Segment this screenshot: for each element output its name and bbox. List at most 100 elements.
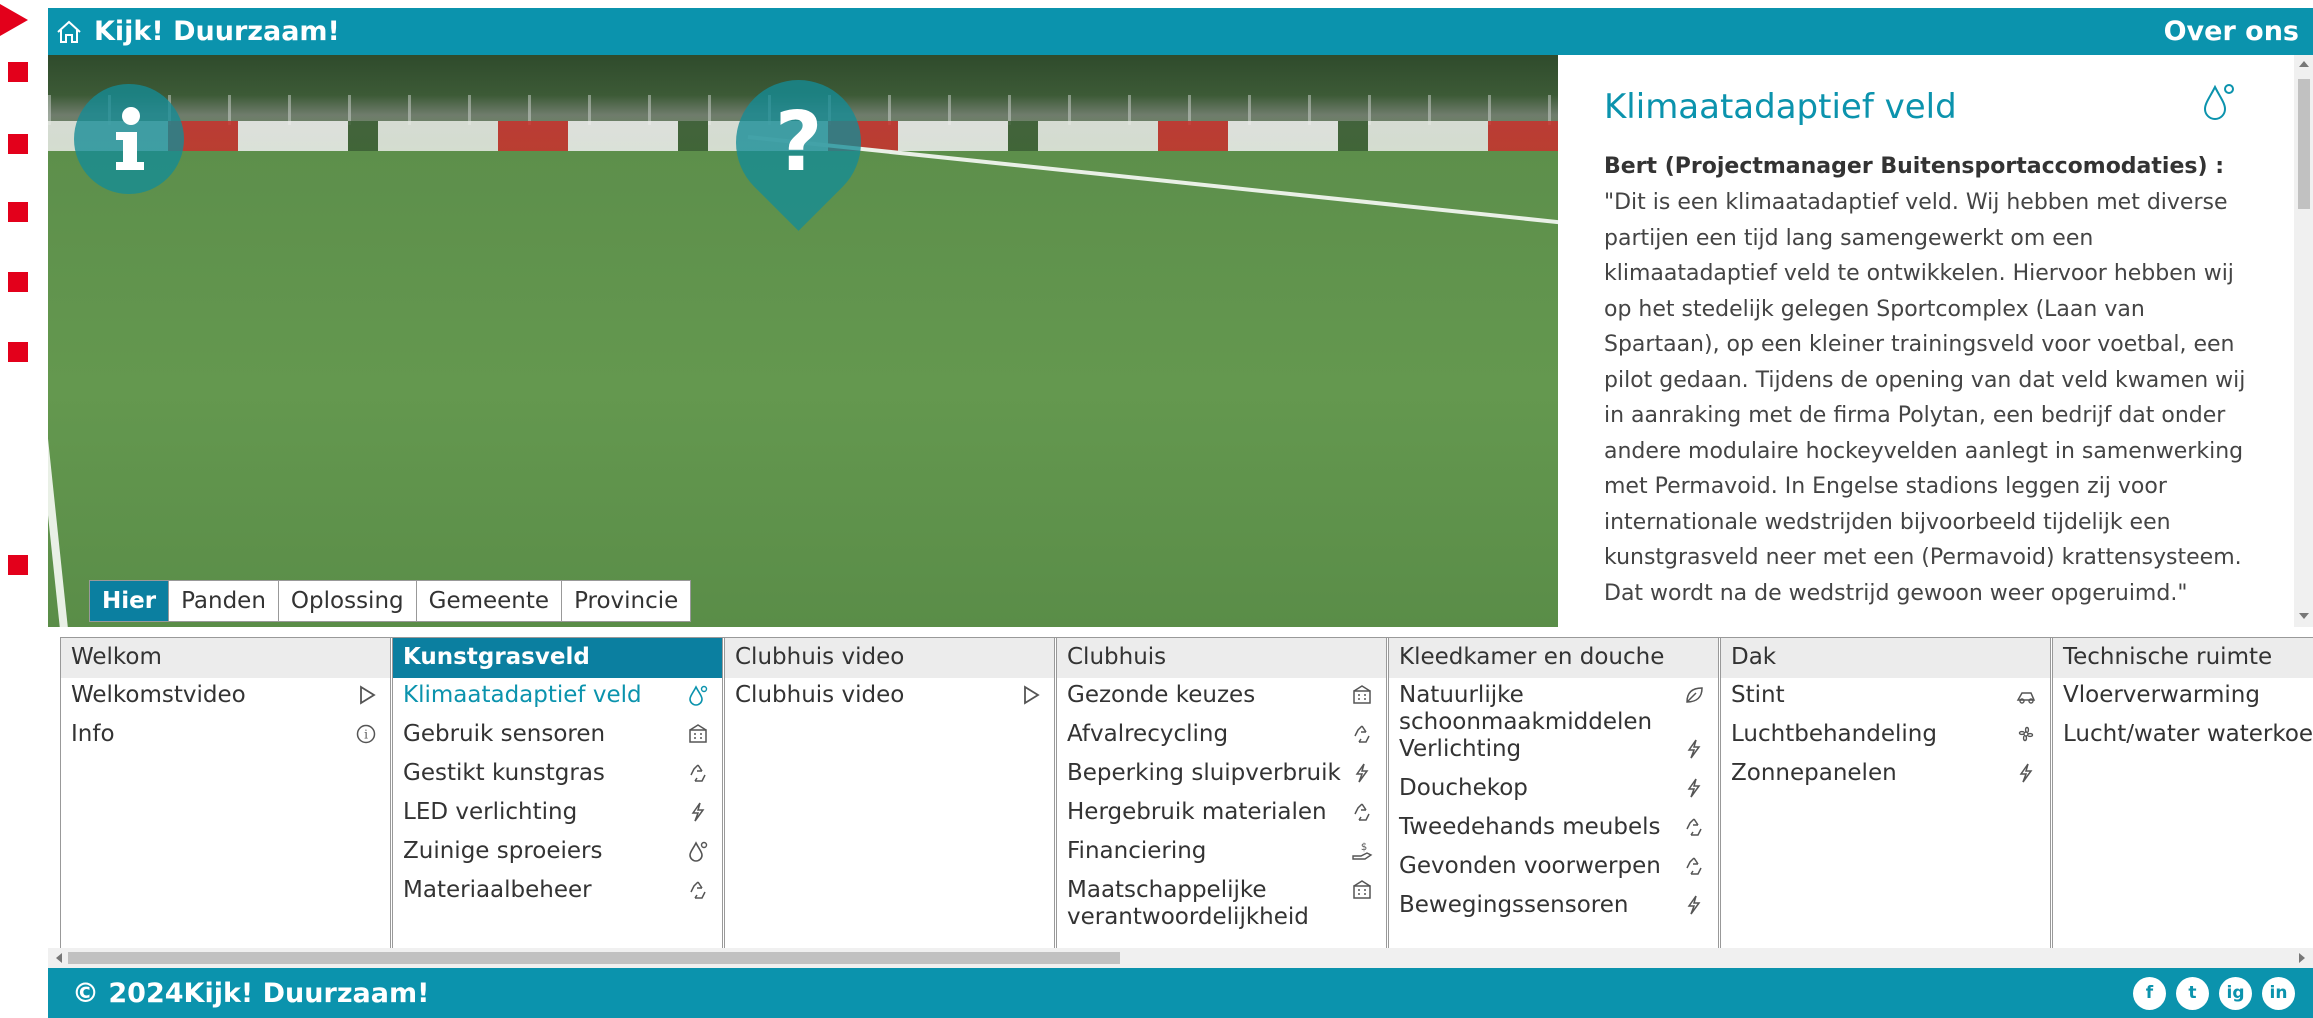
- menu-item-zuinige-sproeiers[interactable]: Zuinige sproeiers: [393, 834, 722, 873]
- menu-item-zonnepanelen[interactable]: Zonnepanelen: [1721, 756, 2050, 795]
- scroll-thumb[interactable]: [68, 952, 1120, 964]
- fan-icon: [2012, 723, 2040, 745]
- square-marker: [8, 62, 28, 82]
- menu-item-natuurlijke-schoonmaakmiddelen[interactable]: Natuurlijke schoonmaakmiddelen: [1389, 678, 1718, 735]
- car-icon: [2012, 684, 2040, 706]
- question-icon: ?: [774, 95, 823, 191]
- menu-item-afvalrecycling[interactable]: Afvalrecycling: [1057, 717, 1386, 756]
- menu-column-header[interactable]: Kleedkamer en douche: [1389, 638, 1718, 678]
- bolt-icon: [691, 802, 705, 822]
- menu-item-gebruik-sensoren[interactable]: Gebruik sensoren: [393, 717, 722, 756]
- instagram-icon[interactable]: ig: [2219, 976, 2252, 1010]
- scroll-thumb[interactable]: [2298, 79, 2310, 209]
- scroll-up-arrow-icon[interactable]: [2299, 61, 2309, 67]
- drop-icon: [689, 841, 708, 862]
- left-gutter: [0, 0, 48, 1018]
- menu-item-vloerverwarming[interactable]: Vloerverwarming: [2053, 678, 2313, 717]
- menu-item-info[interactable]: Info i: [61, 717, 390, 756]
- svg-text:$: $: [1361, 842, 1367, 853]
- menu-item-douchekop[interactable]: Douchekop: [1389, 771, 1718, 810]
- recycle-icon: [1354, 725, 1370, 743]
- menu-item-verlichting[interactable]: Verlichting: [1389, 732, 1718, 771]
- arrow-marker: [0, 4, 28, 36]
- menu-item-label: Welkomstvideo: [71, 682, 246, 708]
- menu-item-bewegingssensoren[interactable]: Bewegingssensoren: [1389, 888, 1718, 927]
- linkedin-icon[interactable]: in: [2262, 976, 2295, 1010]
- square-marker: [8, 342, 28, 362]
- menu-item-label: Douchekop: [1399, 775, 1528, 801]
- menu-item-klimaatadaptief-veld[interactable]: Klimaatadaptief veld: [393, 678, 722, 717]
- menu-item-label: Hergebruik materialen: [1067, 799, 1327, 825]
- scroll-left-arrow-icon[interactable]: [56, 953, 62, 963]
- bolt-icon: [1687, 895, 1701, 915]
- leaf-icon: [1680, 684, 1708, 706]
- menu-item-stint[interactable]: Stint: [1721, 678, 2050, 717]
- twitter-icon[interactable]: t: [2176, 976, 2209, 1010]
- info-hotspot[interactable]: [74, 84, 184, 194]
- menu-item-clubhuis-video[interactable]: Clubhuis video: [725, 678, 1054, 717]
- bolt-icon: [1687, 778, 1701, 798]
- leaf-icon: [1686, 687, 1703, 703]
- recycle-icon: [684, 879, 712, 901]
- scroll-right-arrow-icon[interactable]: [2299, 953, 2305, 963]
- menu-item-label: Natuurlijke schoonmaakmiddelen: [1399, 682, 1653, 735]
- square-marker: [8, 202, 28, 222]
- drop-icon: [684, 684, 712, 706]
- menu-item-label: Zonnepanelen: [1731, 760, 1897, 786]
- menu-item-lucht-water-waterkoeler[interactable]: Lucht/water waterkoeler: [2053, 717, 2313, 756]
- scroll-down-arrow-icon[interactable]: [2299, 613, 2309, 619]
- info-icon: i: [352, 723, 380, 745]
- brand-link[interactable]: Kijk! Duurzaam!: [48, 16, 340, 47]
- menu-column-header[interactable]: Clubhuis: [1057, 638, 1386, 678]
- menu-column-dak: Dak Stint Luchtbehandeling Zonnepanelen: [1720, 638, 2051, 948]
- quote-line: Spartaan), op een kleiner trainingsveld …: [1604, 332, 2235, 357]
- horizontal-scrollbar[interactable]: [48, 948, 2313, 968]
- tab-panden[interactable]: Panden: [169, 581, 279, 621]
- facebook-icon[interactable]: f: [2133, 976, 2166, 1010]
- quote-line: klimaatadaptief veld te ontwikkelen. Hie…: [1604, 261, 2234, 286]
- recycle-icon: [684, 762, 712, 784]
- menu-item-label: Tweedehands meubels: [1399, 814, 1661, 840]
- recycle-icon: [1686, 818, 1702, 836]
- footer: © 2024Kijk! Duurzaam! f t ig in: [48, 968, 2313, 1018]
- menu-item-label: Gevonden voorwerpen: [1399, 853, 1661, 879]
- tab-gemeente[interactable]: Gemeente: [416, 581, 563, 621]
- top-bar: Kijk! Duurzaam! Over ons: [48, 8, 2313, 55]
- panorama-view[interactable]: ? Hier Panden Oplossing Gemeente Provincie: [48, 55, 1558, 627]
- over-ons-link[interactable]: Over ons: [2164, 16, 2303, 47]
- menu-item-hergebruik-materialen[interactable]: Hergebruik materialen: [1057, 795, 1386, 834]
- recycle-icon: [1686, 857, 1702, 875]
- menu-item-welkomstvideo[interactable]: Welkomstvideo: [61, 678, 390, 717]
- menu-column-header[interactable]: Clubhuis video: [725, 638, 1054, 678]
- recycle-icon: [1348, 723, 1376, 745]
- menu-column-header[interactable]: Technische ruimte: [2053, 638, 2313, 678]
- tab-hier[interactable]: Hier: [90, 581, 170, 621]
- article-quote: "Dit is een klimaatadaptief veld. Wij he…: [1604, 185, 2264, 611]
- tab-oplossing[interactable]: Oplossing: [278, 581, 417, 621]
- menu-item-label: Stint: [1731, 682, 1785, 708]
- menu-item-materiaalbeheer[interactable]: Materiaalbeheer: [393, 873, 722, 912]
- menu-item-tweedehands-meubels[interactable]: Tweedehands meubels: [1389, 810, 1718, 849]
- square-marker: [8, 134, 28, 154]
- menu-item-financiering[interactable]: Financiering $: [1057, 834, 1386, 873]
- vertical-scrollbar[interactable]: [2294, 55, 2313, 627]
- menu-item-label: Bewegingssensoren: [1399, 892, 1629, 918]
- menu-item-gestikt-kunstgras[interactable]: Gestikt kunstgras: [393, 756, 722, 795]
- menu-item-luchtbehandeling[interactable]: Luchtbehandeling: [1721, 717, 2050, 756]
- bolt-icon: [2012, 762, 2040, 784]
- menu-item-gevonden-voorwerpen[interactable]: Gevonden voorwerpen: [1389, 849, 1718, 888]
- play-icon: [352, 684, 380, 706]
- bolt-icon: [684, 801, 712, 823]
- menu-item-label: Gebruik sensoren: [403, 721, 606, 747]
- tab-provincie[interactable]: Provincie: [562, 581, 691, 621]
- menu-column-header[interactable]: Kunstgrasveld: [393, 638, 722, 678]
- menu-item-beperking-sluipverbruik[interactable]: Beperking sluipverbruik: [1057, 756, 1386, 795]
- menu-item-gezonde-keuzes[interactable]: Gezonde keuzes: [1057, 678, 1386, 717]
- info-icon: i: [356, 724, 376, 744]
- menu-column-header[interactable]: Welkom: [61, 638, 390, 678]
- menu-column-header[interactable]: Dak: [1721, 638, 2050, 678]
- quote-line: pilot gedaan. Tijdens de opening van dat…: [1604, 367, 2246, 393]
- menu-item-led-verlichting[interactable]: LED verlichting: [393, 795, 722, 834]
- menu-item-maatschappelijke-verantwoordelijkheid[interactable]: Maatschappelijke verantwoordelijkheid: [1057, 873, 1386, 930]
- bolt-icon: [1680, 777, 1708, 799]
